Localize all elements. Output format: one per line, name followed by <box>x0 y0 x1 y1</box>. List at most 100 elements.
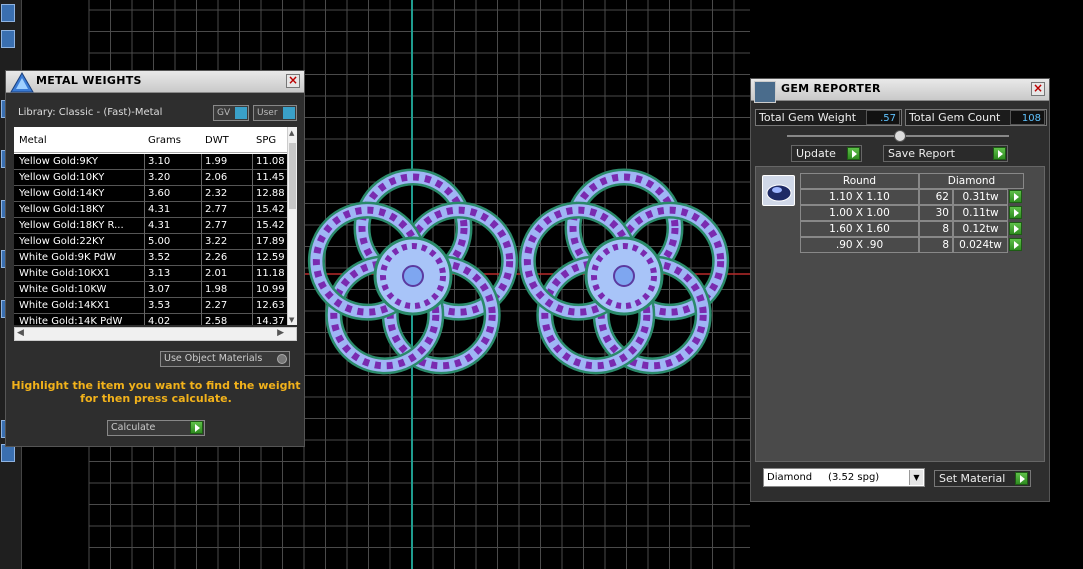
metal-weights-logo-icon <box>10 72 34 93</box>
table-row[interactable]: White Gold:9K PdW 3.52 2.26 12.59 <box>14 250 288 266</box>
play-arrow-icon[interactable] <box>1009 222 1022 235</box>
gem-size-cell[interactable]: .90 X .90 <box>800 237 919 253</box>
close-icon[interactable]: × <box>1031 82 1045 96</box>
gem-size-cell[interactable]: 1.00 X 1.00 <box>800 205 919 221</box>
metal-weights-panel: METAL WEIGHTS × Library: Classic - (Fast… <box>5 70 305 447</box>
metal-name-cell: Yellow Gold:9KY <box>19 156 98 167</box>
scroll-down-icon[interactable]: ▼ <box>289 316 296 324</box>
metal-name-cell: Yellow Gold:14KY <box>19 188 105 199</box>
column-header-metal[interactable]: Metal <box>19 135 47 146</box>
user-toggle-label: User <box>257 108 278 118</box>
spg-cell: 15.42 <box>256 204 285 215</box>
table-row[interactable]: Yellow Gold:18KY R... 4.31 2.77 15.42 <box>14 218 288 234</box>
table-row[interactable]: White Gold:14KX1 3.53 2.27 12.63 <box>14 298 288 314</box>
gem-weight-cell[interactable]: 0.31tw <box>953 189 1008 205</box>
calculate-label: Calculate <box>111 422 156 433</box>
play-arrow-icon <box>190 421 203 434</box>
scroll-up-icon[interactable]: ▲ <box>289 129 296 137</box>
grams-cell: 3.20 <box>148 172 171 183</box>
gem-size-cell[interactable]: 1.10 X 1.10 <box>800 189 919 205</box>
dwt-cell: 3.22 <box>205 236 228 247</box>
table-row[interactable]: Yellow Gold:10KY 3.20 2.06 11.45 <box>14 170 288 186</box>
instruction-text: Highlight the item you want to find the … <box>6 379 306 405</box>
total-gem-count-value: 108 <box>1010 110 1045 125</box>
column-separator <box>144 266 145 282</box>
column-separator <box>201 234 202 250</box>
column-separator <box>252 250 253 266</box>
use-object-materials-toggle[interactable]: Use Object Materials <box>160 351 290 367</box>
column-separator <box>252 234 253 250</box>
table-row[interactable]: Yellow Gold:9KY 3.10 1.99 11.08 <box>14 154 288 170</box>
table-row[interactable]: Yellow Gold:18KY 4.31 2.77 15.42 <box>14 202 288 218</box>
column-header-dwt[interactable]: DWT <box>205 135 229 146</box>
play-arrow-icon[interactable] <box>1009 238 1022 251</box>
play-arrow-icon <box>993 147 1006 160</box>
spg-cell: 11.08 <box>256 156 285 167</box>
gem-count-cell[interactable]: 8 <box>919 237 953 253</box>
update-button[interactable]: Update <box>791 145 862 162</box>
table-row[interactable]: Yellow Gold:14KY 3.60 2.32 12.88 <box>14 186 288 202</box>
tool-button[interactable] <box>1 4 15 22</box>
spg-cell: 17.89 <box>256 236 285 247</box>
user-toggle[interactable]: User <box>253 105 297 121</box>
center-stone <box>402 265 424 287</box>
material-select[interactable]: Diamond (3.52 spg) ▼ <box>763 468 925 487</box>
gem-report-area: Round Diamond 1.10 X 1.10 62 0.31tw 1.00 X … <box>755 166 1045 462</box>
metal-weights-titlebar[interactable]: METAL WEIGHTS × <box>6 71 304 93</box>
gem-reporter-panel: GEM REPORTER × Total Gem Weight .57 Tota… <box>750 78 1050 502</box>
grid-tool-button[interactable] <box>1 30 15 48</box>
dwt-cell: 2.77 <box>205 204 228 215</box>
dwt-cell: 1.98 <box>205 284 228 295</box>
background <box>1050 0 1083 569</box>
scroll-right-icon[interactable]: ▶ <box>277 328 284 338</box>
vertical-scrollbar[interactable]: ▲ ▼ <box>287 127 297 325</box>
instruction-line: for then press calculate. <box>80 392 232 405</box>
column-header-grams[interactable]: Grams <box>148 135 181 146</box>
dwt-cell: 2.27 <box>205 300 228 311</box>
scroll-left-icon[interactable]: ◀ <box>17 328 24 338</box>
play-arrow-icon[interactable] <box>1009 206 1022 219</box>
column-separator <box>252 282 253 298</box>
column-separator <box>252 266 253 282</box>
metal-name-cell: White Gold:9K PdW <box>19 252 116 263</box>
metal-table[interactable]: Metal Grams DWT SPG Yellow Gold:9KY 3.10 1… <box>14 127 297 325</box>
center-stone <box>613 265 635 287</box>
gem-count-cell[interactable]: 8 <box>919 221 953 237</box>
column-header-spg[interactable]: SPG <box>256 135 276 146</box>
toggle-indicator-icon <box>235 107 247 119</box>
toggle-indicator-icon <box>283 107 295 119</box>
table-row[interactable]: Yellow Gold:22KY 5.00 3.22 17.89 <box>14 234 288 250</box>
save-report-label: Save Report <box>888 147 955 160</box>
gem-weight-cell[interactable]: 0.024tw <box>953 237 1008 253</box>
play-arrow-icon <box>847 147 860 160</box>
gem-weight-cell[interactable]: 0.12tw <box>953 221 1008 237</box>
set-material-button[interactable]: Set Material <box>934 470 1031 487</box>
gem-count-cell[interactable]: 62 <box>919 189 953 205</box>
table-row[interactable]: White Gold:10KW 3.07 1.98 10.99 <box>14 282 288 298</box>
column-separator <box>144 218 145 234</box>
gem-size-cell[interactable]: 1.60 X 1.60 <box>800 221 919 237</box>
scroll-thumb[interactable] <box>289 143 296 209</box>
slider-thumb[interactable] <box>894 130 906 142</box>
column-separator <box>252 218 253 234</box>
column-separator <box>252 298 253 314</box>
calculate-button[interactable]: Calculate <box>107 420 205 436</box>
gem-weight-cell[interactable]: 0.11tw <box>953 205 1008 221</box>
gv-toggle[interactable]: GV <box>213 105 249 121</box>
table-row[interactable]: White Gold:10KX1 3.13 2.01 11.18 <box>14 266 288 282</box>
horizontal-scrollbar[interactable]: ◀ ▶ <box>14 327 297 341</box>
play-arrow-icon[interactable] <box>1009 190 1022 203</box>
radio-indicator-icon <box>277 354 287 364</box>
column-separator <box>252 154 253 170</box>
dropdown-arrow-icon[interactable]: ▼ <box>909 470 923 485</box>
save-report-button[interactable]: Save Report <box>883 145 1008 162</box>
gem-count-cell[interactable]: 30 <box>919 205 953 221</box>
grams-cell: 4.02 <box>148 316 171 325</box>
table-row[interactable]: White Gold:14K PdW 4.02 2.58 14.37 <box>14 314 288 325</box>
dwt-cell: 2.01 <box>205 268 228 279</box>
gem-reporter-titlebar[interactable]: GEM REPORTER × <box>751 79 1049 103</box>
dwt-cell: 2.06 <box>205 172 228 183</box>
metal-name-cell: Yellow Gold:18KY <box>19 204 105 215</box>
gem-icon[interactable] <box>762 175 795 206</box>
close-icon[interactable]: × <box>286 74 300 88</box>
